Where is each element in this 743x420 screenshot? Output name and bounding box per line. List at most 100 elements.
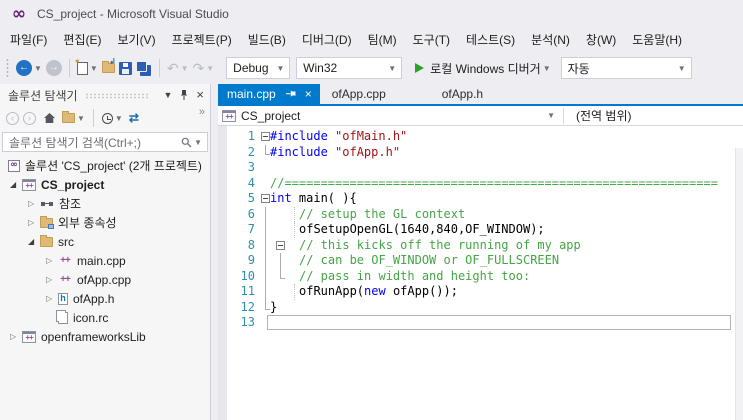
code-line-8[interactable]: 8 // this kicks off the running of my app [218,237,743,253]
code-token: //======================================… [270,175,718,190]
collapse-box-icon[interactable] [276,240,285,250]
tree-item-ofapp-h[interactable]: ▷ h ofApp.h [0,289,210,308]
collapse-box-icon[interactable] [261,194,270,203]
code-text: #include "ofMain.h" [261,129,732,145]
menu-item-3[interactable]: 프로젝트(P) [164,28,240,52]
menu-item-8[interactable]: 테스트(S) [458,28,523,52]
collapsed-arrow-icon[interactable]: ▷ [44,275,58,284]
toolbar-separator [158,59,160,77]
undo-button[interactable]: ↶ ▼ [167,61,189,75]
switch-views-button[interactable]: ▼ [62,111,85,123]
tab-label: ofApp.cpp [331,87,386,101]
tree-item-main-cpp[interactable]: ▷ ++ main.cpp [0,251,210,270]
toolbar-grip[interactable] [5,58,10,78]
toolbar-overflow-button[interactable]: » [199,106,205,118]
save-all-button[interactable] [135,60,152,76]
code-line-12[interactable]: 12} [218,299,743,316]
tree-item-label: ofApp.h [73,291,115,306]
code-line-5[interactable]: 5 int main( ){ [218,191,743,207]
menu-item-10[interactable]: 창(W) [578,28,624,52]
menu-item-9[interactable]: 분석(N) [523,28,578,52]
solution-icon: ∞ [8,159,20,172]
solution-explorer-header[interactable]: 솔루션 탐색기 ▼ × [0,84,210,106]
line-number: 5 [247,191,255,205]
redo-button[interactable]: ↷ ▼ [193,61,215,75]
tree-item-외부-종속성[interactable]: ▷ 외부 종속성 [0,213,210,232]
tree-back-button[interactable]: ‹ [6,111,19,125]
configuration-dropdown[interactable]: Debug ▼ [226,57,291,79]
new-file-button[interactable]: ▼ [74,57,98,75]
menu-bar: 파일(F) 편집(E) 보기(V) 프로젝트(P) 빌드(B) 디버그(D) 팀(M) 도구(… [0,28,743,52]
code-line-7[interactable]: 7 ofSetupOpenGL(1640,840,OF_WINDOW); [218,222,743,238]
navigate-back-button[interactable]: ← ▼ [16,60,42,76]
menu-item-7[interactable]: 도구(T) [405,28,458,52]
collapsed-arrow-icon[interactable]: ▷ [26,218,40,227]
scope-dropdown[interactable]: (전역 범위) [576,107,632,124]
collapsed-arrow-icon[interactable]: ▷ [44,256,58,265]
code-line-1[interactable]: 1 #include "ofMain.h" [218,129,743,145]
code-line-13[interactable]: 13 [218,315,743,331]
expanded-arrow-icon[interactable]: ◢ [26,237,40,246]
tree-item-openframeworkslib[interactable]: ▷ ++ openframeworksLib [0,327,210,346]
tree-item-cs-project[interactable]: ◢ ++ CS_project [0,175,210,194]
line-number: 2 [247,144,255,159]
tab-ofApp-h[interactable]: ofApp.h [430,84,540,104]
code-line-2[interactable]: 2 #include "ofApp.h" [218,144,743,161]
tree-item-icon-rc[interactable]: icon.rc [0,308,210,327]
code-line-3[interactable]: 3 [218,160,743,176]
tab-ofApp-cpp[interactable]: ofApp.cpp [320,84,430,104]
platform-dropdown[interactable]: Win32 ▼ [296,57,403,79]
project-scope-dropdown[interactable]: ++ CS_project ▼ [218,106,563,125]
expanded-arrow-icon[interactable]: ◢ [8,180,22,189]
code-line-body: // this kicks off the running of my app [261,237,732,253]
code-line-10[interactable]: 10 // pass in width and height too: [218,268,743,284]
tab-main-cpp[interactable]: main.cpp × [218,84,320,104]
panel-drag-texture[interactable] [84,93,150,99]
open-file-button[interactable] [101,57,116,73]
tree-item-ofapp-cpp[interactable]: ▷ ++ ofApp.cpp [0,270,210,289]
current-line-highlight [267,315,731,330]
collapsed-arrow-icon[interactable]: ▷ [26,199,40,208]
close-panel-button[interactable]: × [196,88,204,101]
code-line-11[interactable]: 11 ofRunApp(new ofApp()); [218,284,743,300]
menu-item-0[interactable]: 파일(F) [2,28,55,52]
solution-search-input[interactable]: 솔루션 탐색기 검색(Ctrl+;) ▼ [2,132,208,152]
code-line-body: // can be OF_WINDOW or OF_FULLSCREEN [261,253,732,269]
close-tab-button[interactable]: × [305,88,312,100]
tab-label: ofApp.h [441,87,484,101]
menu-item-1[interactable]: 편집(E) [55,28,109,52]
code-line-9[interactable]: 9 // can be OF_WINDOW or OF_FULLSCREEN [218,253,743,269]
menu-item-2[interactable]: 보기(V) [109,28,163,52]
menu-item-5[interactable]: 디버그(D) [294,28,360,52]
collapse-box-icon[interactable] [261,132,270,141]
menu-item-11[interactable]: 도움말(H) [624,28,690,52]
outline-bar [265,268,266,284]
line-number: 9 [247,253,255,267]
pin-panel-button[interactable] [179,89,189,101]
pin-tab-button[interactable] [285,89,297,99]
collapsed-arrow-icon[interactable]: ▷ [8,332,22,341]
code-line-4[interactable]: 4 //=====================================… [218,176,743,192]
sync-active-document-button[interactable]: ⇄ [129,112,139,124]
code-token: ofRunApp( [299,284,365,298]
tree-item-참조[interactable]: ▷ 참조 [0,194,210,213]
vertical-scrollbar[interactable] [735,148,743,420]
code-token: } [270,299,278,314]
tree-item-src[interactable]: ◢ src [0,232,210,251]
menu-item-6[interactable]: 팀(M) [360,28,405,52]
navigate-forward-button[interactable]: → [45,60,62,76]
watch-dropdown[interactable]: 자동 ▼ [560,57,692,79]
save-button[interactable] [118,61,132,75]
debugger-label: 로컬 Windows 디버거 [430,61,541,76]
code-line-6[interactable]: 6 // setup the GL context [218,206,743,222]
panel-menu-button[interactable]: ▼ [163,90,172,100]
tree-item-솔루션-cs-project-2개-프로젝트-[interactable]: ∞ 솔루션 'CS_project' (2개 프로젝트) [0,156,210,175]
start-debug-button[interactable]: 로컬 Windows 디버거 ▼ [407,60,551,77]
menu-item-4[interactable]: 빌드(B) [240,28,294,52]
tree-forward-button[interactable]: › [23,111,36,125]
code-editor-surface[interactable]: 1 #include "ofMain.h" 2 #include "ofApp.h" 3… [218,126,743,420]
collapsed-arrow-icon[interactable]: ▷ [44,294,58,303]
code-line-body: ofRunApp(new ofApp()); [261,284,732,300]
home-button[interactable] [43,112,56,124]
pending-changes-filter-button[interactable]: ▼ [101,112,123,124]
